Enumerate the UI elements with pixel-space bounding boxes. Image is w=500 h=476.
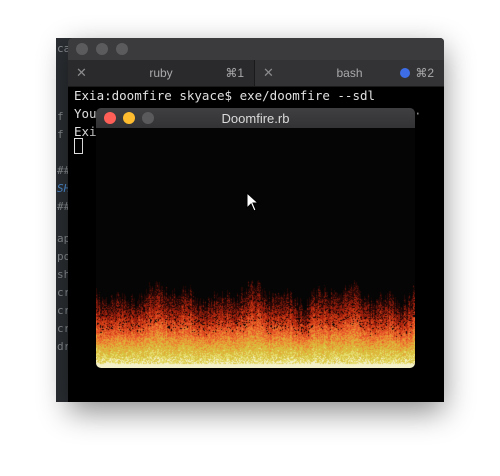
tab-bar: ✕ ruby ⌘1 ✕ bash ⌘2 — [68, 60, 444, 87]
tab-bash[interactable]: ✕ bash ⌘2 — [255, 60, 444, 86]
tab-ruby[interactable]: ✕ ruby ⌘1 — [68, 60, 255, 86]
tab-shortcut: ⌘2 — [415, 66, 434, 80]
tab-shortcut: ⌘1 — [225, 66, 244, 80]
terminal-output-line: Exi — [74, 124, 97, 139]
doom-fire-canvas — [96, 128, 415, 368]
minimize-window-button[interactable] — [96, 43, 108, 55]
close-window-button[interactable] — [76, 43, 88, 55]
terminal-output-line: You — [74, 106, 97, 121]
terminal-titlebar[interactable] — [68, 38, 444, 60]
doomfire-titlebar[interactable]: Doomfire.rb — [96, 108, 415, 128]
terminal-output-fragment: · — [414, 106, 422, 121]
editor-text-fragment: f — [57, 128, 64, 141]
mouse-pointer-icon — [246, 192, 260, 212]
terminal-command-line: Exia:doomfire skyace$ exe/doomfire --sdl — [74, 88, 376, 103]
zoom-window-button[interactable] — [116, 43, 128, 55]
window-title: Doomfire.rb — [221, 111, 290, 126]
terminal-cursor — [74, 138, 83, 154]
activity-dot-icon — [400, 68, 410, 78]
editor-text-fragment: f — [57, 110, 64, 123]
doomfire-window: Doomfire.rb — [96, 108, 415, 368]
